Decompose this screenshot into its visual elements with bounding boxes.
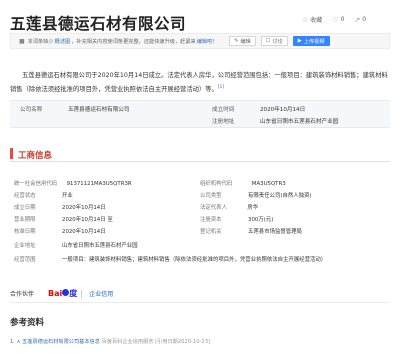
upload-video-label: 上传视频 [303, 38, 325, 45]
row-status: 经营状态 开业 [14, 191, 73, 199]
row-term: 营业期限 2020年10月14日 至 [14, 215, 113, 223]
favorite-label: 收藏 [310, 17, 323, 24]
field-label: 登记机关 [200, 229, 222, 235]
notice-text-c[interactable]: 编辑吧！ [197, 38, 218, 45]
row-founded: 成立日期 2020年10月14日 [14, 203, 106, 211]
notice-text-b: ，补充相关内容使词条更完整，还能快速升级， [71, 38, 181, 45]
infobox-company-name: 公司名称 五莲县德运石材有限公司 [20, 105, 130, 113]
row-legal-rep: 法定代表人 房华 [200, 203, 258, 211]
infobox-address: 注册地址 山东省日照市五莲县石材产业园 [212, 117, 338, 125]
like-action[interactable]: ♡ 0 [332, 15, 344, 24]
infobox-founded: 成立时间 2020年10月14日 [212, 105, 305, 113]
notice-link-summary-image[interactable]: 概述图 [55, 38, 71, 45]
row-org-code: 组织机构代码 MA3U5QTR3 [200, 179, 286, 187]
references-title: 参考资料 [10, 318, 45, 328]
lock-icon: ■ [19, 37, 25, 45]
share-icon: ↗ [354, 15, 361, 24]
discuss-button-label: 讨论 [272, 38, 283, 45]
infobox-value: 2020年10月14日 [259, 107, 306, 113]
section-accent-bar [10, 148, 13, 159]
field-label: 成立日期 [14, 205, 36, 211]
row-credit-code: 统一社会信用代码 91371121MA3U5QTR3R [14, 179, 132, 187]
infobox-label: 注册地址 [212, 119, 235, 125]
baidu-logo-text: Bai [48, 289, 63, 298]
field-label: 企业地址 [14, 243, 36, 249]
row-authority: 登记机关 五莲县市场监督管理局 [200, 227, 302, 235]
notice-link-go[interactable]: 赶紧来 [180, 38, 196, 45]
field-label: 公司类型 [200, 193, 222, 199]
enterprise-credit-logo[interactable]: 企业信用 [89, 289, 113, 298]
favorite-action[interactable]: ☆ 收藏 [302, 15, 323, 25]
reference-number: 1. [10, 339, 15, 345]
field-label: 注册资本 [200, 217, 222, 223]
star-icon: ☆ [302, 15, 309, 24]
pencil-icon: ✎ [234, 38, 239, 44]
basic-info-box: 公司名称 五莲县德运石材有限公司 成立时间 2020年10月14日 注册地址 山… [10, 100, 390, 128]
field-label: 核准日期 [14, 229, 36, 235]
field-value: 山东省日照市五莲县石材产业园 [62, 243, 138, 249]
reference-date: [引用日期2020-10-23] [155, 339, 211, 345]
reference-source: 百度百科企业信用服务 [101, 339, 154, 345]
edit-notice: ■ 本词条缺少 概述图 ，补充相关内容使词条更完整，还能快速升级， 赶紧来 编辑… [10, 33, 390, 49]
notice-text-a: 本词条缺少 [27, 38, 54, 45]
like-count: 0 [340, 16, 345, 23]
summary-ref[interactable]: [1] [218, 85, 224, 90]
infobox-label: 公司名称 [20, 107, 43, 113]
field-value: 91371121MA3U5QTR3R [66, 181, 132, 187]
infobox-label: 成立时间 [212, 107, 235, 113]
field-label: 营业期限 [14, 217, 36, 223]
row-address: 企业地址 山东省日照市五莲县石材产业园 [14, 241, 138, 249]
share-count: 0 [362, 16, 367, 23]
field-value: 一般项目：建筑装饰材料销售；建筑材料销售（除依法须经批准的项目外，凭营业执照依法… [62, 257, 327, 263]
summary-text: 五莲县德运石材有限公司于2020年10月14日成立。法定代表人房华，公司经营范围… [10, 72, 388, 94]
field-label: 经营范围 [14, 257, 36, 263]
reference-item: 1. ∧ 五莲县德运石材有限公司基本信息 百度百科企业信用服务 [引用日期202… [10, 338, 210, 345]
section-title: 工商信息 [18, 151, 53, 161]
header-actions: ☆ 收藏 ♡ 0 ↗ 0 [302, 15, 366, 25]
edit-button-label: 编辑 [240, 38, 251, 45]
field-value: 2020年10月14日 [62, 205, 106, 211]
row-capital: 注册资本 300万(元) [200, 215, 273, 223]
infobox-value: 山东省日照市五莲县石材产业园 [259, 119, 339, 125]
field-label: 统一社会信用代码 [14, 181, 58, 187]
row-scope: 经营范围 一般项目：建筑装饰材料销售；建筑材料销售（除依法须经批准的项目外，凭营… [14, 255, 326, 263]
row-approve-date: 核准日期 2020年10月14日 [14, 227, 106, 235]
field-label: 经营状态 [14, 193, 36, 199]
share-action[interactable]: ↗ 0 [354, 15, 366, 24]
reference-link[interactable]: 五莲县德运石材有限公司基本信息 [22, 339, 100, 345]
page-title: 五莲县德运石材有限公司 [10, 14, 187, 33]
upload-video-button[interactable]: ▶ 上传视频 [292, 36, 330, 46]
field-value: MA3U5QTR3 [251, 181, 286, 187]
section-header-business: 工商信息 [10, 148, 390, 162]
partner-label: 合作伙伴 [10, 291, 35, 298]
edit-button[interactable]: ✎ 编辑 [229, 36, 256, 46]
field-value: 有限责任公司(自然人独资) [248, 193, 312, 199]
field-value: 2020年10月14日 至 [62, 217, 113, 223]
baidu-logo-du: 度 [69, 289, 78, 298]
video-icon: ▶ [297, 38, 302, 44]
thumb-up-icon: ♡ [332, 15, 339, 24]
field-value: 2020年10月14日 [62, 229, 106, 235]
row-company-type: 公司类型 有限责任公司(自然人独资) [200, 191, 312, 199]
baidu-logo[interactable]: Bai 度 [48, 288, 77, 299]
infobox-value: 五莲县德运石材有限公司 [67, 107, 130, 113]
field-label: 组织机构代码 [200, 181, 233, 187]
summary-paragraph: 五莲县德运石材有限公司于2020年10月14日成立。法定代表人房华，公司经营范围… [10, 70, 390, 96]
field-value: 开业 [62, 193, 73, 199]
field-value: 300万(元) [248, 217, 274, 223]
field-value: 五莲县市场监督管理局 [248, 229, 302, 235]
edit-buttons: ✎ 编辑 ☐ 讨论 ▶ 上传视频 [229, 36, 330, 46]
divider [10, 302, 390, 303]
field-label: 法定代表人 [200, 205, 227, 211]
reference-back-link[interactable]: ∧ [17, 339, 21, 345]
partner-bar: 合作伙伴 Bai 度 企业信用 [10, 288, 113, 299]
field-value: 房华 [247, 205, 259, 211]
chat-icon: ☐ [265, 38, 271, 44]
discuss-button[interactable]: ☐ 讨论 [260, 36, 288, 46]
